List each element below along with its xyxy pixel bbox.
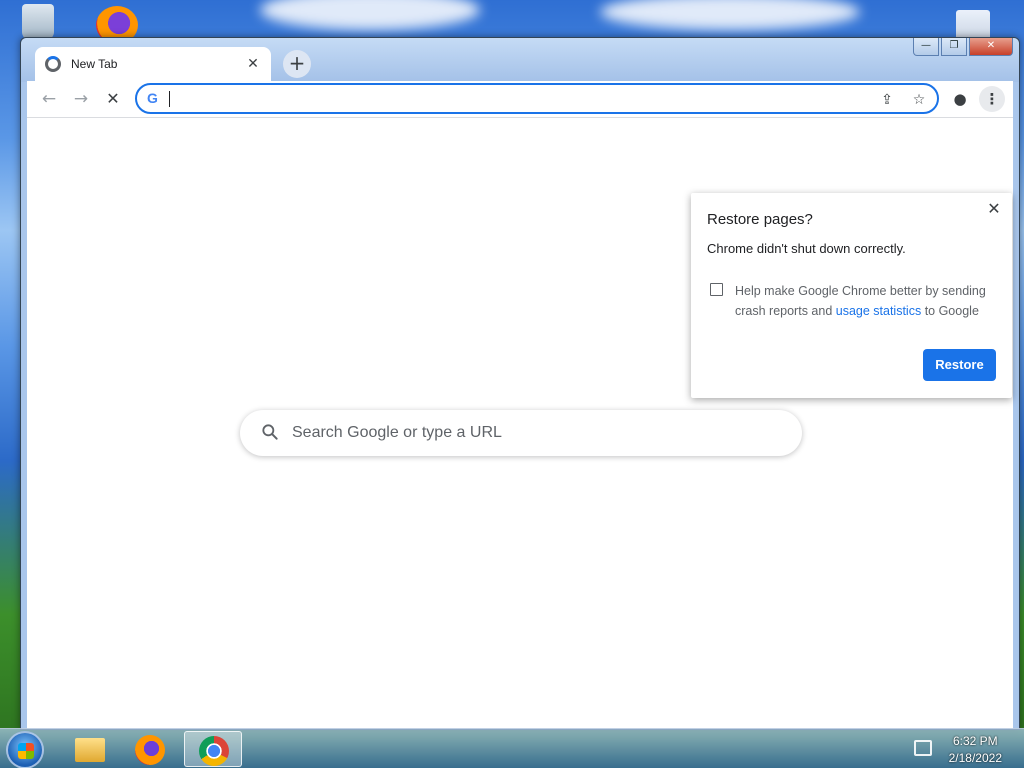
chrome-window: New Tab ✕ + — ❐ ✕ ← → ✕ G ⇪ ☆ ● ⋮ Search… xyxy=(20,37,1020,730)
browser-toolbar: ← → ✕ G ⇪ ☆ ● ⋮ xyxy=(27,81,1013,117)
bookmark-star-icon[interactable]: ☆ xyxy=(909,90,929,110)
desktop-cloud xyxy=(600,0,860,30)
clock-time: 6:32 PM xyxy=(952,734,998,748)
new-tab-page: Search Google or type a URL Restore page… xyxy=(27,117,1013,729)
taskbar-firefox[interactable] xyxy=(122,731,180,767)
recycle-bin-icon[interactable] xyxy=(22,4,54,40)
usage-statistics-link[interactable]: usage statistics xyxy=(836,304,921,318)
consent-text-end: to Google xyxy=(921,304,979,318)
network-icon[interactable] xyxy=(914,740,932,756)
loading-spinner-icon xyxy=(45,56,61,72)
ntp-search-box[interactable]: Search Google or type a URL xyxy=(240,410,802,456)
folder-icon xyxy=(75,738,105,762)
tab-title: New Tab xyxy=(71,57,118,71)
chrome-menu-icon[interactable]: ⋮ xyxy=(979,86,1005,112)
restore-button[interactable]: Restore xyxy=(923,349,996,381)
maximize-button[interactable]: ❐ xyxy=(941,38,967,56)
new-tab-button[interactable]: + xyxy=(283,50,311,78)
share-icon[interactable]: ⇪ xyxy=(877,90,897,110)
taskbar-chrome[interactable] xyxy=(184,731,242,767)
system-clock[interactable]: 6:32 PM 2/18/2022 xyxy=(949,733,1002,767)
taskbar-explorer[interactable] xyxy=(60,731,118,767)
taskbar: 6:32 PM 2/18/2022 xyxy=(0,728,1024,768)
stop-loading-icon[interactable]: ✕ xyxy=(101,87,125,111)
restore-pages-dialog: Restore pages? ✕ Chrome didn't shut down… xyxy=(691,193,1012,398)
minimize-button[interactable]: — xyxy=(913,38,939,56)
address-input[interactable] xyxy=(167,88,857,109)
title-bar: New Tab ✕ + — ❐ ✕ xyxy=(21,38,1019,82)
close-window-button[interactable]: ✕ xyxy=(969,38,1013,56)
desktop-cloud xyxy=(260,0,480,30)
back-arrow-icon[interactable]: ← xyxy=(37,87,61,111)
tab-new-tab[interactable]: New Tab ✕ xyxy=(35,47,271,81)
profile-icon[interactable]: ● xyxy=(947,86,973,112)
search-icon xyxy=(262,424,278,440)
forward-arrow-icon[interactable]: → xyxy=(69,87,93,111)
firefox-icon xyxy=(135,735,165,765)
crash-report-consent: Help make Google Chrome better by sendin… xyxy=(735,281,995,321)
crash-report-checkbox[interactable] xyxy=(710,283,723,296)
dialog-message: Chrome didn't shut down correctly. xyxy=(707,241,906,256)
windows-logo-icon xyxy=(18,743,34,759)
clock-date: 2/18/2022 xyxy=(948,751,1002,765)
tab-close-icon[interactable]: ✕ xyxy=(245,56,261,72)
dialog-close-icon[interactable]: ✕ xyxy=(984,199,1004,219)
window-controls: — ❐ ✕ xyxy=(913,38,1013,56)
dialog-title: Restore pages? xyxy=(707,211,813,228)
address-bar[interactable]: G ⇪ ☆ xyxy=(135,83,939,114)
chrome-icon xyxy=(199,736,229,766)
start-button[interactable] xyxy=(6,731,44,768)
ntp-search-placeholder: Search Google or type a URL xyxy=(292,424,502,441)
google-g-icon: G xyxy=(147,90,158,106)
text-cursor xyxy=(169,91,170,107)
